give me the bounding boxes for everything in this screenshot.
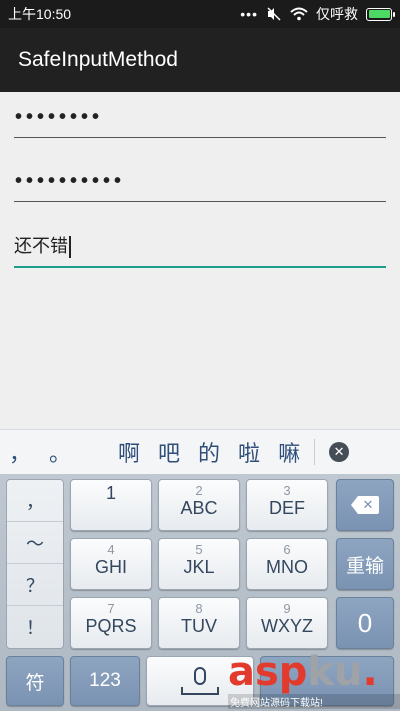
key-main-label: TUV [181,616,217,636]
backspace-icon: ✕ [351,496,379,514]
status-bar: 上午10:50 ••• 仅呼救 [0,0,400,28]
key-main-label: ABC [180,498,218,518]
password-field-2[interactable]: •••••••••• [14,156,386,202]
candidate-divider [314,439,316,465]
backspace-button[interactable]: ✕ [336,479,394,531]
candidate-period[interactable]: 。 [40,436,80,468]
key-sub-label: 6 [283,542,291,557]
screen: 上午10:50 ••• 仅呼救 SafeInputMethod ••••••••… [0,0,400,711]
key-main-label: PQRS [85,616,137,636]
battery-icon [366,7,395,21]
key-3-def[interactable]: 3 DEF [246,479,328,531]
candidate-item[interactable]: 吧 [158,436,180,468]
status-time: 上午10:50 [8,6,72,22]
wifi-icon [290,7,308,21]
key-main-label: 1 [105,483,116,503]
key-main-label: DEF [269,498,305,518]
candidate-item[interactable]: 啦 [238,436,260,468]
key-sub-label: 5 [195,542,203,557]
watermark-gray: ku [307,649,363,695]
key-main-label: MNO [266,557,308,577]
candidate-bar: ， 。 啊 吧 的 啦 嘛 ✕ [0,429,400,474]
key-sub-label: 3 [283,483,291,498]
watermark-subtitle: 免费网站源码下载站! [228,694,400,709]
key-8-tuv[interactable]: 8 TUV [158,597,240,649]
app-title: SafeInputMethod [18,48,178,71]
microphone-icon [194,667,206,685]
candidate-list: 啊 吧 的 啦 嘛 [118,436,300,468]
candidate-item[interactable]: 的 [198,436,220,468]
key-main-label: WXYZ [261,616,313,636]
numeric-mode-button[interactable]: 123 [70,656,140,706]
password-field-1-value: •••••••• [15,106,104,128]
watermark-red: asp [228,649,308,695]
candidate-item[interactable]: 嘛 [278,436,300,468]
key-main-label: JKL [183,557,215,577]
password-field-1[interactable]: •••••••• [14,92,386,138]
key-1[interactable]: 1 [70,479,152,531]
candidate-comma[interactable]: ， [0,436,40,468]
candidate-item[interactable]: 啊 [118,436,140,468]
punct-key[interactable]: ～ [7,522,63,564]
symbol-button[interactable]: 符 [6,656,64,706]
key-5-jkl[interactable]: 5 JKL [158,538,240,590]
text-field[interactable]: 还不错 [14,222,386,268]
key-main-label: GHI [94,557,127,577]
key-6-mno[interactable]: 6 MNO [246,538,328,590]
punct-key[interactable]: ！ [7,606,63,648]
key-sub-label: 9 [283,601,291,616]
silent-icon [267,7,281,21]
status-icons: ••• 仅呼救 [240,4,395,24]
notification-dots-icon: ••• [240,6,258,22]
text-caret [69,236,71,258]
content-area: •••••••• •••••••••• 还不错 [0,92,400,429]
punct-key[interactable]: ， [7,480,63,522]
key-sub-label: 4 [107,542,115,557]
key-7-pqrs[interactable]: 7 PQRS [70,597,152,649]
carrier-label: 仅呼救 [316,6,358,22]
watermark: aspku. 免费网站源码下载站! [228,652,400,711]
key-4-ghi[interactable]: 4 GHI [70,538,152,590]
password-field-2-value: •••••••••• [15,170,126,192]
close-keyboard-icon[interactable]: ✕ [329,442,350,462]
reenter-button[interactable]: 重输 [336,538,394,590]
key-0[interactable]: 0 [336,597,394,649]
key-sub-label: 2 [195,483,203,498]
space-bar-icon [181,687,219,695]
punctuation-column[interactable]: ， ～ ？ ！ [6,479,64,649]
key-sub-label: 8 [195,601,203,616]
watermark-logo: aspku. [228,652,400,692]
key-sub-label: 7 [107,601,115,616]
key-2-abc[interactable]: 2 ABC [158,479,240,531]
app-bar: SafeInputMethod [0,28,400,92]
punct-key[interactable]: ？ [7,564,63,606]
text-field-value: 还不错 [14,236,68,256]
key-9-wxyz[interactable]: 9 WXYZ [246,597,328,649]
watermark-suffix: . [362,649,378,695]
